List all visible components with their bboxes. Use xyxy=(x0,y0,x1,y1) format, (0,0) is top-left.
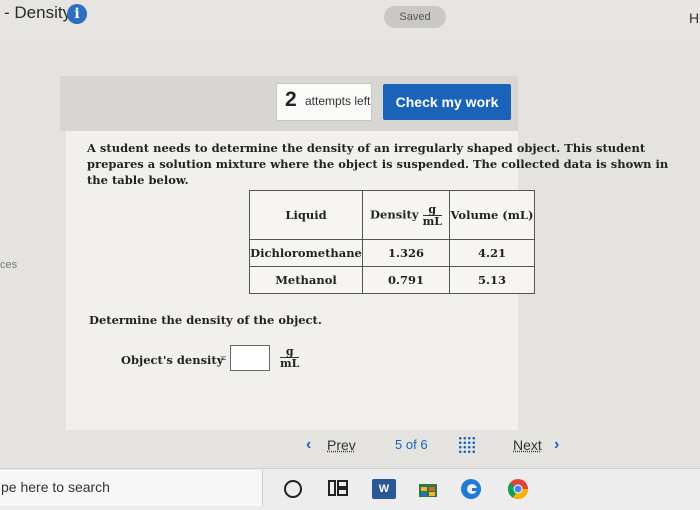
equals-sign: = xyxy=(220,353,227,365)
attempts-label: attempts left xyxy=(305,94,371,108)
task-view-icon[interactable] xyxy=(327,479,349,497)
cell-liquid: Methanol xyxy=(249,266,363,294)
header-right-edge-text: H xyxy=(689,10,700,26)
attempts-left-box: 2 attempts left xyxy=(276,83,372,121)
taskbar-divider xyxy=(0,468,700,469)
next-button[interactable]: Next xyxy=(513,437,542,453)
store-icon[interactable] xyxy=(417,480,439,498)
density-unit-fraction: g mL xyxy=(422,204,442,228)
data-table: Liquid Density g mL Volume (mL) Dichloro… xyxy=(249,190,535,294)
page-current: 5 xyxy=(395,437,403,452)
taskbar-search-placeholder[interactable]: pe here to search xyxy=(1,479,110,495)
sidebar-fragment-text: ces xyxy=(0,259,18,271)
header-density: Density g mL xyxy=(362,190,450,240)
header-density-label: Density xyxy=(370,207,419,221)
page-total: 6 xyxy=(420,437,428,452)
density-unit-den: mL xyxy=(422,214,442,228)
cell-density: 0.791 xyxy=(362,266,450,294)
table-header-row: Liquid Density g mL Volume (mL) xyxy=(249,190,535,240)
cell-density: 1.326 xyxy=(362,239,450,267)
grid-icon[interactable] xyxy=(458,436,476,454)
table-row: Methanol 0.791 5.13 xyxy=(249,266,535,294)
word-icon[interactable]: W xyxy=(372,479,396,499)
cell-volume: 5.13 xyxy=(449,266,535,294)
answer-unit: g mL xyxy=(280,346,300,370)
page-of: of xyxy=(405,437,417,452)
question-text: A student needs to determine the density… xyxy=(87,141,669,187)
prev-button[interactable]: Prev xyxy=(327,437,356,453)
density-unit-num: g xyxy=(422,204,442,216)
answer-unit-fraction: g mL xyxy=(280,346,300,370)
answer-unit-den: mL xyxy=(280,357,300,370)
determine-prompt: Determine the density of the object. xyxy=(89,313,322,327)
object-density-input[interactable] xyxy=(230,345,270,371)
table-row: Dichloromethane 1.326 4.21 xyxy=(249,239,535,267)
check-my-work-button[interactable]: Check my work xyxy=(383,84,511,120)
cell-volume: 4.21 xyxy=(449,239,535,267)
edge-icon[interactable] xyxy=(460,478,482,500)
chevron-left-icon[interactable]: ‹ xyxy=(306,436,311,454)
page-indicator: 5 of 6 xyxy=(395,437,428,452)
info-icon[interactable]: i xyxy=(67,4,87,24)
attempts-count: 2 xyxy=(285,88,297,111)
header-liquid: Liquid xyxy=(249,190,363,240)
object-density-label: Object's density xyxy=(121,353,224,367)
page-title: - Density xyxy=(4,3,72,22)
cortana-icon[interactable] xyxy=(284,480,302,498)
saved-status-badge: Saved xyxy=(384,6,446,28)
top-bar xyxy=(0,0,700,38)
chevron-right-icon[interactable]: › xyxy=(554,436,559,454)
header-volume: Volume (mL) xyxy=(449,190,535,240)
chrome-icon[interactable] xyxy=(507,478,529,500)
cell-liquid: Dichloromethane xyxy=(249,239,363,267)
